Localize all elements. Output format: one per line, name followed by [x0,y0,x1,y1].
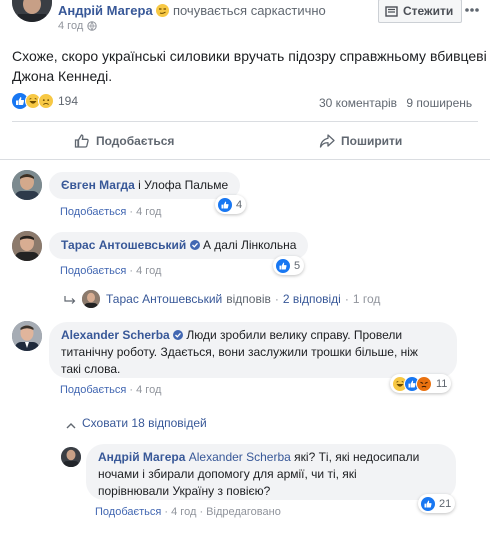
reply-time[interactable]: 4 год [171,506,196,518]
comment-like-link[interactable]: Подобається [60,206,126,218]
comment-like-link[interactable]: Подобається [60,265,126,277]
follow-icon [385,5,399,17]
post-author-avatar[interactable] [12,0,52,22]
follow-button[interactable]: Стежити [378,0,463,23]
hide-replies-label: Сховати 18 відповідей [82,416,207,430]
edited-label[interactable]: Відредаговано [206,506,281,518]
hide-replies-button[interactable]: Сховати 18 відповідей [66,416,207,430]
reply-text-line: які? Ті, які недосипали [294,450,420,464]
like-reaction-icon [217,196,233,213]
comment-bubble: Євген Магда і Улофа Пальме [49,172,241,199]
feeling-emoji-icon [156,4,170,17]
post-text-line: Джона Кеннеді. [12,68,113,84]
comment-bubble: Alexander Scherba Люди зробили велику сп… [49,322,457,378]
comment-time[interactable]: 4 год [136,384,161,396]
verified-badge-icon [189,240,200,250]
comment-time[interactable]: 4 год [136,265,161,277]
like-button-label: Подобається [96,134,175,148]
comment-reaction-count: 5 [294,259,301,272]
post-feeling-text: почувається саркастично [172,3,326,18]
reply-like-link[interactable]: Подобається [95,506,161,518]
reply-arrow-icon [64,294,76,304]
reply-text-line: ночами і збирали допомогу для армії, чи … [98,467,357,481]
reply-author[interactable]: Андрій Магера [98,450,185,464]
post-counts: 30 коментарів 9 поширень [319,96,472,110]
comment-text-line: Люди зробили велику справу. Провели [186,328,403,342]
comment-actions: Подобається · 4 год [60,384,162,396]
comment-text: А далі Лінкольна [202,238,297,252]
reply-time: 1 год [352,292,381,306]
post-meta: 4 год [58,20,97,32]
comment-author[interactable]: Євген Магда [61,178,135,192]
reply-author: Тарас Антошевський [106,292,223,306]
comment-actions: Подобається · 4 год [60,265,162,277]
angry-reaction-icon [416,375,432,392]
comments-count[interactable]: 30 коментарів [319,96,397,110]
post-header-line: Андрій Магера почувається саркастично [58,3,326,18]
comment-time[interactable]: 4 год [136,206,161,218]
divider [12,121,478,122]
avatar[interactable] [12,321,42,351]
post-options-icon[interactable] [463,3,481,17]
comment-author[interactable]: Тарас Антошевський [61,238,186,252]
comment-actions: Подобається · 4 год [60,206,162,218]
reply-verb: відповів [226,292,271,306]
reply-reaction-pill[interactable]: 21 [418,494,456,513]
like-reaction-icon [420,495,436,512]
avatar [82,290,100,308]
avatar[interactable] [12,170,42,200]
like-reaction-icon [275,257,291,274]
avatar[interactable] [12,231,42,261]
comment-reaction-pill[interactable]: 5 [273,256,305,275]
shares-count[interactable]: 9 поширень [406,96,472,110]
comment-text-line: такі слова. [61,362,121,376]
post-timestamp[interactable]: 4 год [58,20,83,32]
like-button[interactable]: Подобається [74,133,174,149]
comment-like-link[interactable]: Подобається [60,384,126,396]
post-text: Схоже, скоро українські силовики вручать… [12,46,487,86]
reply-bubble: Андрій Магера Alexander Scherba які? Ті,… [86,444,456,500]
verified-badge-icon [173,330,184,340]
follow-label: Стежити [403,4,454,18]
chevron-up-icon [66,419,76,429]
reaction-count: 194 [58,94,79,108]
comment-reaction-pill[interactable]: 4 [215,195,247,214]
thumbs-up-icon [74,133,90,149]
share-button-label: Поширити [341,134,403,148]
post-author-name[interactable]: Андрій Магера [58,3,153,18]
comment-reaction-count: 11 [436,377,448,390]
reply-reaction-count: 21 [439,497,452,510]
reply-mention[interactable]: Alexander Scherba [189,450,291,464]
reply-text-line: порівнювали Україну з повією? [98,484,271,498]
comment-reaction-count: 4 [236,198,243,211]
share-button[interactable]: Поширити [319,133,402,149]
comment-reaction-pill[interactable]: 11 [390,374,452,393]
audience-icon [87,21,97,31]
divider [0,159,490,160]
comment-author[interactable]: Alexander Scherba [61,328,170,342]
reply-count: 2 відповіді [282,292,341,306]
comment-text-line: титанічну роботу. Здається, вони заслужи… [61,345,418,359]
reactions-summary[interactable]: 194 [12,93,78,109]
replies-summary[interactable]: Тарас Антошевський відповів · 2 відповід… [64,290,380,308]
comment-text: і Улофа Пальме [138,178,229,192]
avatar[interactable] [61,447,81,467]
reply-actions: Подобається · 4 год · Відредаговано [95,506,281,518]
sad-reaction-icon [38,93,54,109]
share-arrow-icon [319,133,335,149]
post-text-line: Схоже, скоро українські силовики вручать… [12,48,487,64]
comment-bubble: Тарас Антошевський А далі Лінкольна [49,232,309,259]
